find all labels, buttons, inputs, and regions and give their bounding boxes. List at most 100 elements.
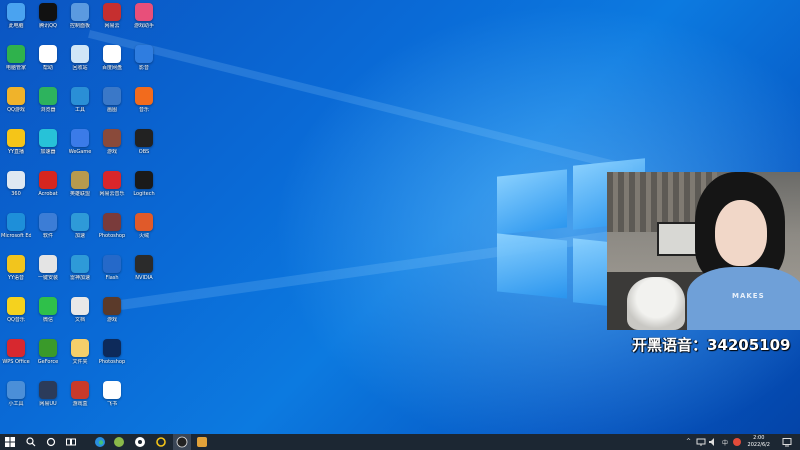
desktop-shortcut[interactable]: Acrobat — [33, 171, 63, 203]
desktop-shortcut[interactable]: 网易云音乐 — [97, 171, 127, 203]
game-box-icon — [71, 381, 89, 399]
system-clock[interactable]: 2:00 2022/6/2 — [748, 435, 770, 449]
desktop-shortcut[interactable]: OBS — [129, 129, 159, 161]
desktop-shortcut[interactable]: 文档 — [65, 297, 95, 329]
desktop-shortcut[interactable]: WPS Office — [1, 339, 31, 371]
edge-icon — [7, 213, 25, 231]
shield-plus-icon — [7, 45, 25, 63]
desktop-shortcut[interactable]: 雷神加速 — [65, 255, 95, 287]
desktop-shortcut[interactable]: 网易云 — [97, 3, 127, 35]
desktop-shortcut[interactable]: Microsoft Edge — [1, 213, 31, 245]
desktop-shortcut[interactable]: 影音 — [129, 45, 159, 77]
edge-taskbar-icon[interactable] — [94, 436, 106, 448]
desktop-shortcut[interactable]: 帮助 — [33, 45, 63, 77]
desktop-shortcut[interactable]: YY语音 — [1, 255, 31, 287]
desktop-shortcut[interactable]: 微信 — [33, 297, 63, 329]
obs-icon — [176, 436, 188, 448]
desktop-shortcut[interactable]: 加速 — [65, 213, 95, 245]
shortcut-label: 回收站 — [72, 65, 88, 71]
shortcut-label: 网易云音乐 — [99, 191, 125, 197]
media-icon — [135, 45, 153, 63]
shortcut-label: 飞书 — [106, 401, 117, 407]
accelerator-icon — [39, 129, 57, 147]
folder-icon — [71, 339, 89, 357]
shortcut-label: 微信 — [42, 317, 53, 323]
netease-music-icon — [103, 171, 121, 189]
ime-indicator[interactable]: 中 — [722, 438, 728, 447]
shortcut-label: 影音 — [138, 65, 149, 71]
volume-icon[interactable] — [708, 437, 718, 447]
ps-icon — [103, 339, 121, 357]
desktop-shortcut[interactable]: 回收站 — [65, 45, 95, 77]
owl-icon — [7, 255, 25, 273]
tray-overflow-caret[interactable]: ^ — [686, 438, 691, 445]
music-icon — [135, 87, 153, 105]
search-icon[interactable] — [25, 436, 37, 448]
desktop-shortcut[interactable]: 游戏 — [97, 129, 127, 161]
desktop-shortcut[interactable]: 飞书 — [97, 381, 127, 413]
light-beam — [88, 30, 634, 174]
nvidia-icon — [39, 339, 57, 357]
notification-icon[interactable] — [782, 437, 792, 447]
desktop-shortcut[interactable]: GeForce — [33, 339, 63, 371]
tool-icon — [71, 87, 89, 105]
task-view-icon[interactable] — [65, 436, 77, 448]
desktop: 此电脑 腾讯QQ 控制面板 网易云 游戏助手电脑管家 帮助 回收站 百度网盘 影音 QQ游戏 浏览器… — [0, 0, 800, 434]
desktop-shortcut[interactable]: 网易UU — [33, 381, 63, 413]
desktop-shortcut[interactable]: 文件夹 — [65, 339, 95, 371]
voice-chat-overlay: 开黑语音：34205109 — [632, 336, 791, 354]
shortcut-label: NVIDIA — [135, 275, 153, 281]
desktop-shortcut[interactable]: Photoshop — [97, 339, 127, 371]
desktop-shortcut[interactable]: 小工具 — [1, 381, 31, 413]
desktop-shortcut[interactable]: 360 — [1, 171, 31, 203]
desktop-shortcut[interactable]: QQ游戏 — [1, 87, 31, 119]
desktop-shortcut[interactable]: 画图 — [97, 87, 127, 119]
shortcut-label: 控制面板 — [69, 23, 90, 29]
desktop-shortcut[interactable]: 音乐 — [129, 87, 159, 119]
desktop-shortcut[interactable]: 英雄联盟 — [65, 171, 95, 203]
game-taskbar-icon[interactable] — [196, 436, 208, 448]
desktop-shortcut[interactable]: 软件 — [33, 213, 63, 245]
desktop-shortcut[interactable]: 加速器 — [33, 129, 63, 161]
desktop-shortcut[interactable]: 此电脑 — [1, 3, 31, 35]
shortcut-label: QQ音乐 — [7, 317, 25, 323]
shortcut-label: Microsoft Edge — [1, 233, 31, 239]
desktop-shortcut[interactable]: 控制面板 — [65, 3, 95, 35]
shortcut-label: 软件 — [42, 233, 53, 239]
desktop-shortcut[interactable]: QQ音乐 — [1, 297, 31, 329]
obs-taskbar-button[interactable] — [173, 434, 191, 450]
desktop-shortcut[interactable]: NVIDIA — [129, 255, 159, 287]
desktop-shortcut[interactable]: 火绒 — [129, 213, 159, 245]
chat-taskbar-icon[interactable] — [134, 436, 146, 448]
desktop-shortcut[interactable]: 腾讯QQ — [33, 3, 63, 35]
windows-start-icon[interactable] — [4, 436, 16, 448]
desktop-shortcut[interactable]: WeGame — [65, 129, 95, 161]
desktop-shortcut[interactable]: Logitech — [129, 171, 159, 203]
desktop-shortcut[interactable]: 浏览器 — [33, 87, 63, 119]
desktop-shortcut[interactable]: 游戏 — [97, 297, 127, 329]
yy-taskbar-icon[interactable] — [155, 436, 167, 448]
network-icon[interactable] — [696, 437, 706, 447]
desktop-shortcut[interactable]: 工具 — [65, 87, 95, 119]
qq-penguin-icon — [39, 3, 57, 21]
shortcut-label: 火绒 — [138, 233, 149, 239]
desktop-shortcut[interactable]: 一键安装 — [33, 255, 63, 287]
desktop-shortcut[interactable]: 游戏助手 — [129, 3, 159, 35]
gamepad-icon — [135, 3, 153, 21]
desktop-shortcut[interactable]: 百度网盘 — [97, 45, 127, 77]
desktop-shortcut[interactable]: Flash — [97, 255, 127, 287]
app-taskbar-icon[interactable] — [113, 436, 125, 448]
desktop-shortcut[interactable]: YY直播 — [1, 129, 31, 161]
desktop-shortcut[interactable]: Photoshop — [97, 213, 127, 245]
thunder-icon — [71, 255, 89, 273]
shortcut-label: 游戏助手 — [133, 23, 154, 29]
desktop-shortcut[interactable]: 电脑管家 — [1, 45, 31, 77]
help-icon — [39, 45, 57, 63]
cortana-icon[interactable] — [45, 436, 57, 448]
wechat-icon — [39, 297, 57, 315]
tray-app-icon[interactable] — [732, 437, 742, 447]
desktop-shortcut[interactable]: 游戏盒 — [65, 381, 95, 413]
shortcut-label: Flash — [105, 275, 119, 281]
shortcut-label: 游戏盒 — [72, 401, 88, 407]
shortcut-label: 加速 — [74, 233, 85, 239]
